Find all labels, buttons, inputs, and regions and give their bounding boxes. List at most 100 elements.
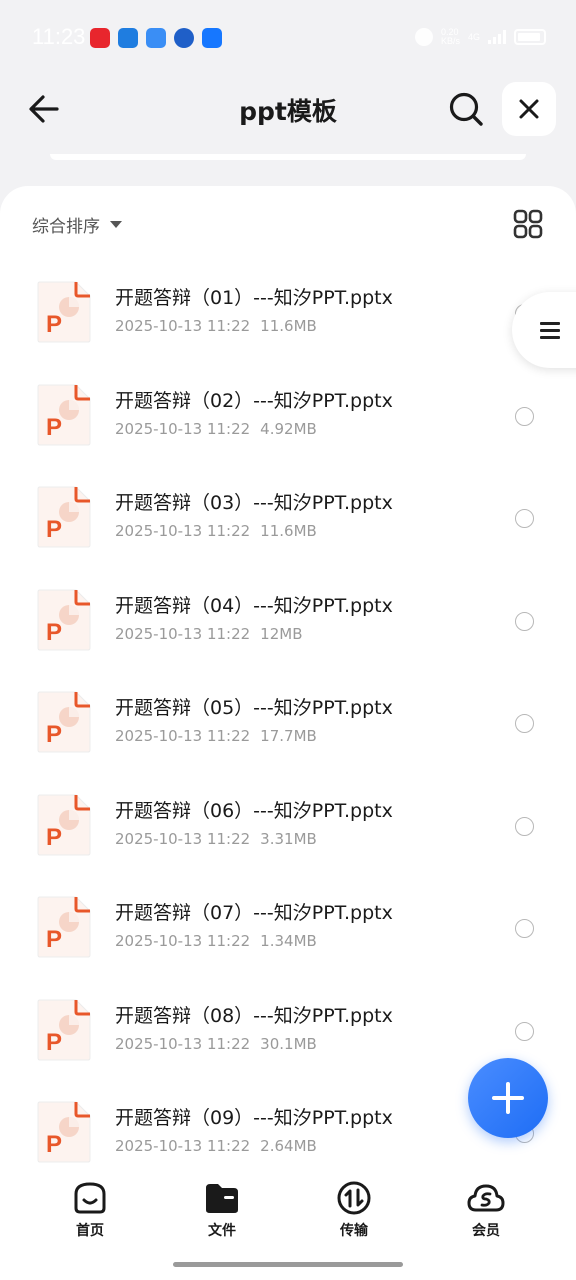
- sort-label: 综合排序: [32, 217, 100, 237]
- file-size: 2.64MB: [260, 1137, 317, 1155]
- sort-dropdown[interactable]: 综合排序: [32, 212, 122, 237]
- select-radio[interactable]: [515, 919, 534, 938]
- pptx-file-icon: P: [36, 998, 92, 1062]
- file-meta: 2025-10-13 11:22 11.6MB: [115, 522, 317, 540]
- file-date: 2025-10-13 11:22: [115, 727, 251, 745]
- file-row[interactable]: P 开题答辩（07）---知汐PPT.pptx 2025-10-13 11:22 1.…: [0, 881, 576, 984]
- file-size: 30.1MB: [260, 1034, 317, 1053]
- svg-text:P: P: [46, 619, 62, 646]
- status-bar: 11:23 0.20 KB/s 4G: [0, 0, 576, 76]
- signal-icon: [488, 30, 506, 44]
- file-size: 3.31MB: [260, 829, 317, 848]
- file-name: 开题答辩（05）---知汐PPT.pptx: [115, 697, 393, 719]
- nav-files[interactable]: 文件: [182, 1180, 262, 1240]
- vip-cloud-icon: [467, 1184, 505, 1212]
- select-radio[interactable]: [515, 611, 534, 631]
- file-meta: 2025-10-13 11:22 11.6MB: [115, 317, 317, 335]
- nav-home[interactable]: 首页: [50, 1180, 130, 1240]
- close-button[interactable]: [502, 82, 556, 136]
- svg-text:P: P: [46, 414, 62, 441]
- svg-text:P: P: [46, 1029, 62, 1056]
- lightblue-app-icon: [146, 28, 166, 48]
- status-app-icons: [90, 28, 222, 48]
- status-indicators: 0.20 KB/s 4G: [414, 28, 546, 46]
- svg-text:P: P: [46, 311, 62, 338]
- file-name: 开题答辩（04）---知汐PPT.pptx: [115, 594, 393, 617]
- pptx-file-icon: P: [36, 690, 92, 754]
- file-row[interactable]: P 开题答辩（03）---知汐PPT.pptx 2025-10-13 11:22 11…: [0, 471, 576, 574]
- file-date: 2025-10-13 11:22: [115, 317, 251, 335]
- pptx-file-icon: P: [36, 383, 92, 447]
- file-meta: 2025-10-13 11:22 12MB: [115, 625, 303, 643]
- file-size: 12MB: [260, 624, 303, 643]
- file-name: 开题答辩（07）---知汐PPT.pptx: [115, 902, 393, 924]
- alarm-icon: [414, 28, 433, 46]
- file-row[interactable]: P 开题答辩（04）---知汐PPT.pptx 2025-10-13 11:22 12…: [0, 574, 576, 677]
- transfer-icon: [337, 1181, 371, 1215]
- file-date: 2025-10-13 11:22: [115, 1137, 251, 1155]
- nav-files-label: 文件: [208, 1223, 236, 1239]
- file-date: 2025-10-13 11:22: [115, 522, 251, 540]
- file-meta: 2025-10-13 11:22 3.31MB: [115, 830, 317, 848]
- select-radio[interactable]: [515, 406, 534, 426]
- pptx-file-icon: P: [36, 895, 92, 959]
- file-meta: 2025-10-13 11:22 17.7MB: [115, 727, 317, 745]
- home-smile-icon: [74, 1182, 106, 1214]
- folder-icon: [206, 1184, 238, 1213]
- file-meta: 2025-10-13 11:22 1.34MB: [115, 932, 317, 950]
- file-list: P 开题答辩（01）---知汐PPT.pptx 2025-10-13 11:22 11…: [0, 266, 576, 1189]
- red-app-icon: [90, 28, 110, 48]
- header-divider: [50, 154, 526, 160]
- file-row[interactable]: P 开题答辩（02）---知汐PPT.pptx 2025-10-13 11:22 4.…: [0, 369, 576, 472]
- pptx-file-icon: P: [36, 793, 92, 857]
- svg-text:P: P: [46, 926, 62, 953]
- select-radio[interactable]: [515, 714, 534, 733]
- file-row[interactable]: P 开题答辩（05）---知汐PPT.pptx 2025-10-13 11:22 17…: [0, 676, 576, 779]
- file-size: 17.7MB: [260, 727, 317, 745]
- file-size: 1.34MB: [260, 932, 317, 950]
- nav-vip-label: 会员: [472, 1223, 500, 1239]
- file-meta: 2025-10-13 11:22 2.64MB: [115, 1137, 317, 1155]
- nav-transfer-label: 传输: [340, 1223, 368, 1239]
- file-name: 开题答辩（03）---知汐PPT.pptx: [115, 492, 393, 514]
- select-radio[interactable]: [515, 816, 534, 836]
- file-row[interactable]: P 开题答辩（01）---知汐PPT.pptx 2025-10-13 11:22 11…: [0, 266, 576, 369]
- svg-text:P: P: [46, 1131, 62, 1158]
- status-time: 11:23: [32, 24, 86, 49]
- file-date: 2025-10-13 11:22: [115, 419, 251, 438]
- svg-text:P: P: [46, 721, 62, 748]
- sort-bar: 综合排序: [0, 186, 576, 260]
- select-radio[interactable]: [515, 509, 534, 528]
- grid-view-button[interactable]: [512, 208, 544, 240]
- file-size: 4.92MB: [260, 419, 317, 438]
- search-button[interactable]: [446, 89, 486, 129]
- pptx-file-icon: P: [36, 588, 92, 652]
- file-name: 开题答辩（01）---知汐PPT.pptx: [115, 287, 393, 309]
- select-radio[interactable]: [515, 1021, 534, 1041]
- nav-transfer[interactable]: 传输: [314, 1180, 394, 1240]
- file-meta: 2025-10-13 11:22 30.1MB: [115, 1035, 317, 1053]
- file-date: 2025-10-13 11:22: [115, 624, 251, 643]
- file-name: 开题答辩（08）---知汐PPT.pptx: [115, 1004, 393, 1027]
- caret-down-icon: [110, 221, 122, 228]
- bottom-nav: 首页 文件 传输 会员: [0, 1166, 576, 1280]
- pptx-file-icon: P: [36, 280, 92, 344]
- menu-icon: [540, 318, 560, 343]
- nav-vip[interactable]: 会员: [446, 1180, 526, 1240]
- add-button[interactable]: [468, 1058, 548, 1138]
- nav-home-label: 首页: [76, 1223, 104, 1239]
- file-meta: 2025-10-13 11:22 4.92MB: [115, 420, 317, 438]
- page-title: ppt模板: [239, 97, 337, 126]
- header: ppt模板: [0, 76, 576, 144]
- file-row[interactable]: P 开题答辩（06）---知汐PPT.pptx 2025-10-13 11:22 3.…: [0, 779, 576, 882]
- blue-round-app-icon: [174, 28, 194, 48]
- grid-view-icon: [513, 209, 543, 239]
- signal-label: 4G: [467, 31, 480, 42]
- search-icon: [449, 92, 483, 126]
- file-date: 2025-10-13 11:22: [115, 932, 251, 950]
- home-indicator[interactable]: [173, 1262, 403, 1267]
- file-size: 11.6MB: [260, 317, 317, 335]
- file-date: 2025-10-13 11:22: [115, 1034, 251, 1053]
- file-date: 2025-10-13 11:22: [115, 829, 251, 848]
- battery-icon: [514, 29, 546, 45]
